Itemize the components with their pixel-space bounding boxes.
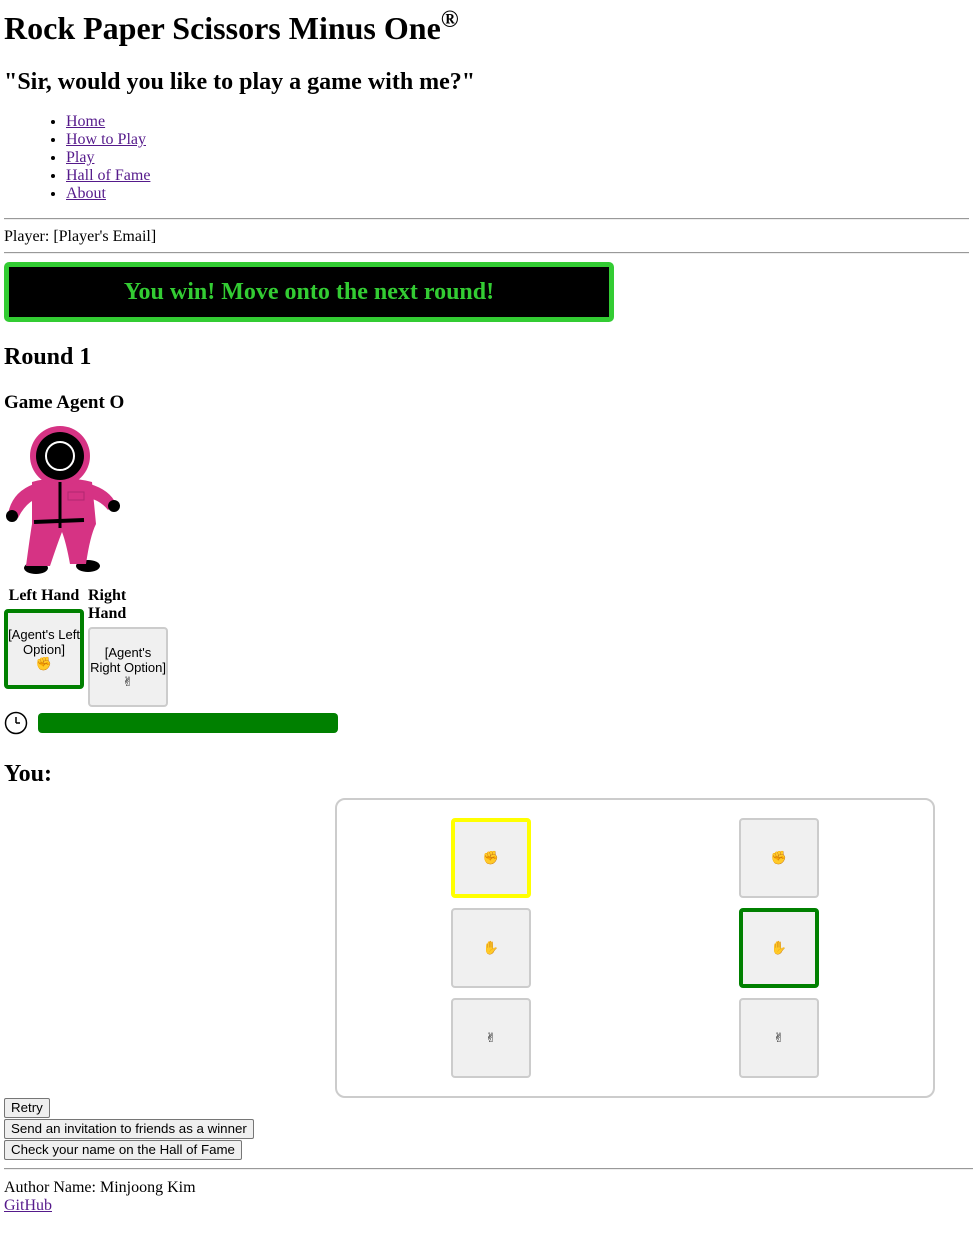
left-hand-label: Left Hand [8, 587, 80, 604]
agent-name: Game Agent O [4, 392, 125, 413]
github-link[interactable]: GitHub [4, 1197, 52, 1214]
hall-of-fame-button[interactable]: Check your name on the Hall of Fame [4, 1140, 242, 1160]
paper-icon: ✋ [770, 940, 788, 956]
nav-link-about[interactable]: About [66, 185, 106, 202]
player-choice-panel: ✊ ✋ ✌ ✊ ✋ ✌ [335, 798, 935, 1098]
timer-bar [38, 713, 338, 733]
agent-right-option-text: [Agent's Right Option] [90, 644, 166, 675]
footer: Author Name: Minjoong Kim GitHub [4, 1179, 196, 1215]
rock-icon: ✊ [770, 850, 788, 866]
left-choice-rock[interactable]: ✊ [451, 818, 531, 898]
nav-link-home[interactable]: Home [66, 113, 105, 130]
right-choice-paper[interactable]: ✋ [739, 908, 819, 988]
nav-item-play: Play [66, 149, 969, 167]
divider [4, 1168, 973, 1170]
agent-left-option-text: [Agent's Left Option] [8, 626, 80, 657]
action-buttons: Retry Send an invitation to friends as a… [4, 1098, 254, 1160]
agent-left-option: [Agent's Left Option] ✊ [4, 609, 84, 689]
agent-hands: Left Hand [Agent's Left Option] ✊ Right … [4, 587, 969, 707]
divider [4, 218, 969, 220]
left-choice-paper[interactable]: ✋ [451, 908, 531, 988]
divider [4, 252, 969, 254]
you-heading: You: [4, 761, 53, 787]
rock-icon: ✊ [482, 850, 500, 866]
invite-button[interactable]: Send an invitation to friends as a winne… [4, 1119, 254, 1139]
registered-mark: ® [440, 7, 459, 33]
result-banner: You win! Move onto the next round! [4, 262, 614, 322]
nav-link-hall-of-fame[interactable]: Hall of Fame [66, 167, 150, 184]
result-message: You win! Move onto the next round! [123, 278, 495, 305]
agent-right-hand: Right Hand [Agent's Right Option] ✌ [88, 587, 168, 707]
main-nav: Home How to Play Play Hall of Fame About [4, 113, 969, 203]
title-text: Rock Paper Scissors Minus One [4, 10, 441, 46]
tagline: "Sir, would you like to play a game with… [4, 69, 476, 95]
retry-button[interactable]: Retry [4, 1098, 50, 1118]
clock-icon [4, 711, 28, 735]
scissors-icon: ✌ [122, 674, 134, 690]
rock-icon: ✊ [35, 656, 53, 672]
right-choice-rock[interactable]: ✊ [739, 818, 819, 898]
left-choice-scissors[interactable]: ✌ [451, 998, 531, 1078]
agent-right-option: [Agent's Right Option] ✌ [88, 627, 168, 707]
nav-item-hall-of-fame: Hall of Fame [66, 167, 969, 185]
scissors-icon: ✌ [773, 1030, 785, 1046]
nav-link-play[interactable]: Play [66, 149, 94, 166]
paper-icon: ✋ [482, 940, 500, 956]
author-name: Author Name: Minjoong Kim [4, 1179, 196, 1196]
right-choice-scissors[interactable]: ✌ [739, 998, 819, 1078]
nav-link-how-to-play[interactable]: How to Play [66, 131, 146, 148]
page-title: Rock Paper Scissors Minus One® [4, 7, 969, 48]
nav-item-about: About [66, 185, 969, 203]
agent-left-hand: Left Hand [Agent's Left Option] ✊ [4, 587, 84, 707]
right-hand-label: Right Hand [88, 587, 127, 622]
round-heading: Round 1 [4, 344, 92, 370]
scissors-icon: ✌ [485, 1030, 497, 1046]
pink-guard-icon [6, 426, 120, 574]
nav-item-home: Home [66, 113, 969, 131]
nav-item-how-to-play: How to Play [66, 131, 969, 149]
timer [4, 711, 969, 735]
player-label: Player: [Player's Email] [4, 228, 157, 245]
